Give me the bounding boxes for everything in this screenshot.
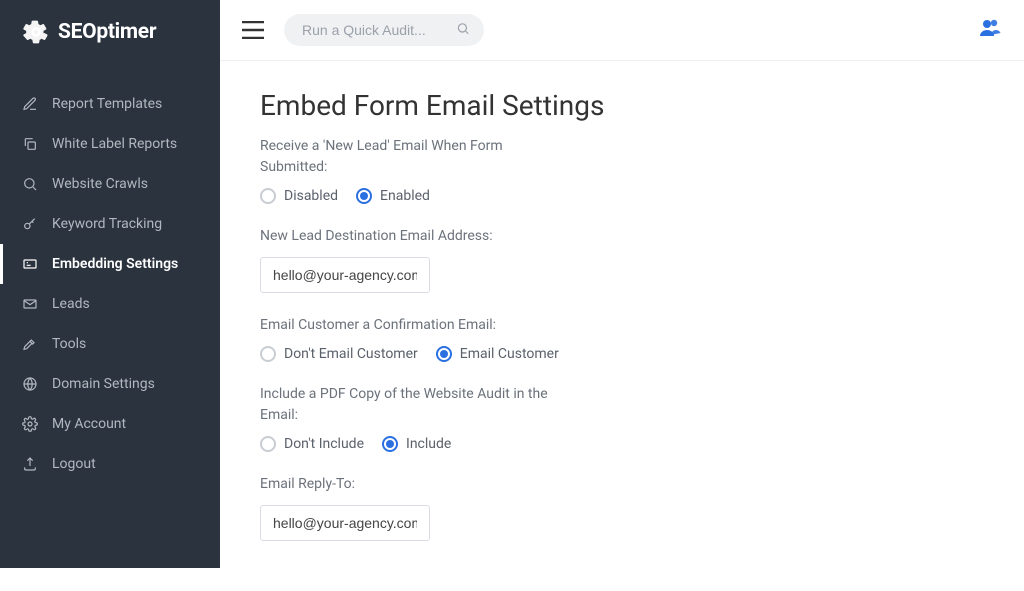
gear-icon [22,18,50,46]
magnify-icon [22,176,38,192]
reply-to-input[interactable] [260,505,430,541]
sidebar-item-my-account[interactable]: My Account [0,404,220,444]
radio-icon [356,188,372,204]
brand-logo[interactable]: SEOptimer [0,0,220,56]
page-title: Embed Form Email Settings [260,89,984,122]
sidebar-item-label: Leads [52,296,90,312]
field-label: Email Reply-To: [260,474,560,495]
radio-label: Include [406,436,451,452]
upload-icon [22,456,38,472]
field-label: Receive a 'New Lead' Email When Form Sub… [260,136,560,178]
field-label: Include a PDF Copy of the Website Audit … [260,384,560,426]
sidebar-item-website-crawls[interactable]: Website Crawls [0,164,220,204]
sidebar-item-label: Website Crawls [52,176,148,192]
radio-label: Enabled [380,188,430,204]
copy-icon [22,136,38,152]
sidebar-item-label: Domain Settings [52,376,155,392]
radio-pdf-no[interactable]: Don't Include [260,436,364,452]
menu-toggle[interactable] [242,21,264,39]
sidebar-item-embedding-settings[interactable]: Embedding Settings [0,244,220,284]
radio-label: Email Customer [460,346,559,362]
globe-icon [22,376,38,392]
hammer-icon [22,336,38,352]
search-wrap [284,14,484,46]
edit-icon [22,96,38,112]
radio-pdf-yes[interactable]: Include [382,436,451,452]
embed-icon [22,256,38,272]
radio-icon [382,436,398,452]
sidebar-item-label: My Account [52,416,126,432]
radio-label: Don't Include [284,436,364,452]
mail-icon [22,296,38,312]
field-confirmation-email: Email Customer a Confirmation Email: Don… [260,315,560,362]
sidebar-item-label: Embedding Settings [52,256,178,272]
radio-new-lead-enabled[interactable]: Enabled [356,188,430,204]
sidebar-item-tools[interactable]: Tools [0,324,220,364]
radio-icon [260,436,276,452]
users-icon[interactable] [978,16,1002,44]
sidebar-item-logout[interactable]: Logout [0,444,220,484]
content: Embed Form Email Settings Receive a 'New… [220,61,1024,591]
sidebar-item-report-templates[interactable]: Report Templates [0,84,220,124]
nav: Report Templates White Label Reports Web… [0,84,220,484]
destination-email-input[interactable] [260,257,430,293]
field-destination-email: New Lead Destination Email Address: [260,226,560,293]
sidebar-item-leads[interactable]: Leads [0,284,220,324]
field-reply-to: Email Reply-To: [260,474,560,541]
sidebar-item-label: Logout [52,456,96,472]
sidebar-item-keyword-tracking[interactable]: Keyword Tracking [0,204,220,244]
field-label: Email Customer a Confirmation Email: [260,315,560,336]
radio-confirm-no[interactable]: Don't Email Customer [260,346,418,362]
sidebar: SEOptimer Report Templates White Label R… [0,0,220,568]
search-icon [456,21,470,40]
sidebar-item-domain-settings[interactable]: Domain Settings [0,364,220,404]
key-icon [22,216,38,232]
main: Embed Form Email Settings Receive a 'New… [220,0,1024,568]
field-new-lead-email: Receive a 'New Lead' Email When Form Sub… [260,136,560,204]
radio-label: Disabled [284,188,338,204]
radio-confirm-yes[interactable]: Email Customer [436,346,559,362]
radio-icon [260,188,276,204]
radio-new-lead-disabled[interactable]: Disabled [260,188,338,204]
field-label: New Lead Destination Email Address: [260,226,560,247]
sidebar-item-label: White Label Reports [52,136,177,152]
sidebar-item-label: Tools [52,336,86,352]
sidebar-item-label: Report Templates [52,96,162,112]
sidebar-item-label: Keyword Tracking [52,216,162,232]
radio-label: Don't Email Customer [284,346,418,362]
search-input[interactable] [284,14,484,46]
topbar [220,0,1024,61]
radio-icon [260,346,276,362]
field-include-pdf: Include a PDF Copy of the Website Audit … [260,384,560,452]
radio-icon [436,346,452,362]
settings-icon [22,416,38,432]
sidebar-item-white-label[interactable]: White Label Reports [0,124,220,164]
brand-name: SEOptimer [58,20,156,44]
